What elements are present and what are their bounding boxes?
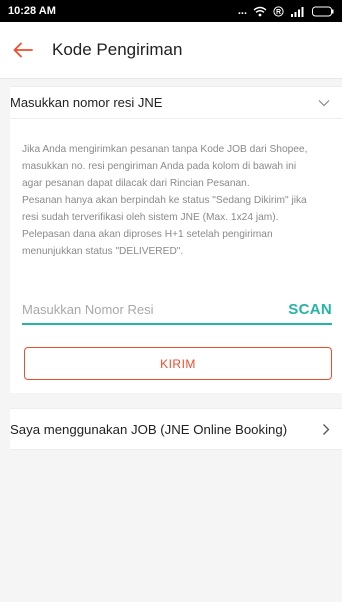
- page-title: Kode Pengiriman: [52, 40, 183, 59]
- info-line: resi sudah terverifikasi oleh sistem JNE…: [22, 212, 279, 223]
- chevron-right-icon: [323, 423, 330, 435]
- kirim-button[interactable]: KIRIM: [24, 347, 332, 380]
- back-button[interactable]: [0, 22, 46, 79]
- info-line: Pesanan hanya akan berpindah ke status "…: [22, 195, 307, 206]
- svg-text:R: R: [276, 9, 281, 16]
- chevron-down-icon: [318, 99, 330, 106]
- resi-field-row: SCAN: [22, 295, 332, 325]
- status-bar: 10:28 AM ... R: [0, 0, 342, 22]
- scan-button[interactable]: SCAN: [288, 301, 332, 318]
- info-line: Pelepasan dana akan diproses H+1 setelah…: [22, 229, 273, 240]
- status-time: 10:28 AM: [8, 5, 56, 17]
- info-text: Jika Anda mengirimkan pesanan tanpa Kode…: [22, 141, 334, 260]
- status-dots: ...: [237, 5, 247, 17]
- resi-dropdown[interactable]: Masukkan nomor resi JNE: [10, 87, 342, 119]
- job-option-row[interactable]: Saya menggunakan JOB (JNE Online Booking…: [10, 408, 342, 450]
- registered-icon: R: [273, 5, 284, 17]
- resi-input[interactable]: [22, 301, 252, 317]
- info-line: agar pesanan dapat dilacak dari Rincian …: [22, 178, 250, 189]
- info-line: menunjukkan status "DELIVERED".: [22, 246, 184, 257]
- dropdown-label: Masukkan nomor resi JNE: [10, 95, 163, 110]
- resi-section: Masukkan nomor resi JNE Jika Anda mengir…: [10, 86, 342, 393]
- info-line: Jika Anda mengirimkan pesanan tanpa Kode…: [22, 144, 308, 155]
- battery-icon: [312, 6, 334, 17]
- arrow-left-icon: [13, 42, 33, 58]
- signal-icon: [290, 6, 306, 17]
- app-bar: Kode Pengiriman: [0, 22, 342, 79]
- status-icons: ... R: [238, 5, 334, 17]
- job-option-label: Saya menggunakan JOB (JNE Online Booking…: [10, 421, 288, 437]
- info-line: masukkan no. resi pengiriman Anda pada k…: [22, 161, 297, 172]
- wifi-icon: [253, 6, 267, 17]
